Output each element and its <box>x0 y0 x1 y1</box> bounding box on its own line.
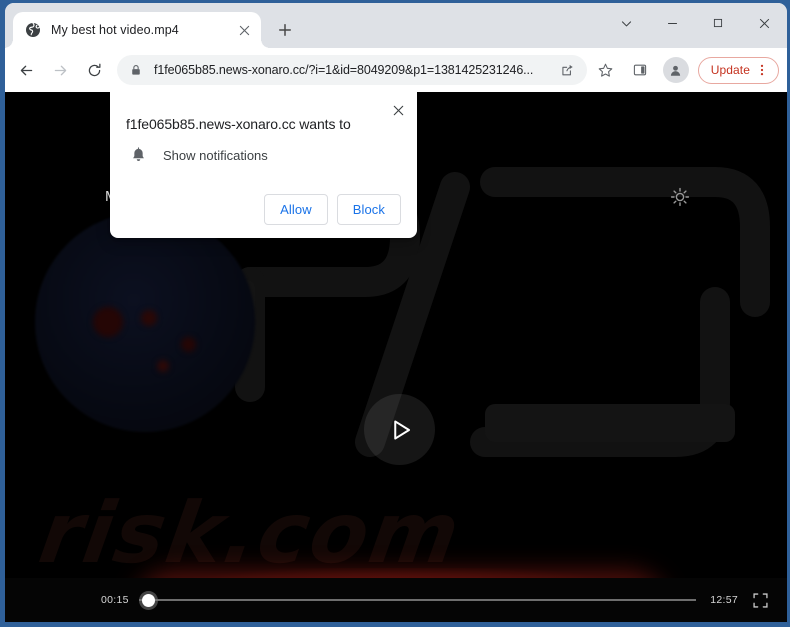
browser-tab[interactable]: My best hot video.mp4 <box>5 12 270 48</box>
progress-track-line <box>138 599 697 601</box>
minimize-button[interactable] <box>649 3 695 43</box>
video-controls-bar: 00:15 12:57 <box>5 578 787 622</box>
block-button[interactable]: Block <box>336 194 401 226</box>
tab-search-chevron-down-icon[interactable] <box>603 3 649 43</box>
close-window-button[interactable] <box>741 3 787 43</box>
blob-dot <box>93 307 123 337</box>
lock-icon <box>130 64 144 76</box>
bell-icon <box>130 147 147 164</box>
tab-title: My best hot video.mp4 <box>51 23 179 37</box>
browser-window: My best hot video.mp4 f1fe065b85.news-xo… <box>5 3 787 622</box>
share-icon[interactable] <box>555 57 581 83</box>
current-time-label: 00:15 <box>101 594 129 606</box>
tab-close-icon[interactable] <box>235 21 253 39</box>
globe-icon <box>25 22 41 38</box>
blob-dot <box>157 360 169 372</box>
address-bar[interactable]: f1fe065b85.news-xonaro.cc/?i=1&id=804920… <box>117 55 587 85</box>
gear-icon[interactable] <box>669 186 691 208</box>
permission-label: Show notifications <box>163 148 268 164</box>
blob-dot <box>181 337 196 352</box>
play-icon[interactable] <box>364 394 435 465</box>
update-button[interactable]: Update <box>697 56 779 84</box>
back-button[interactable] <box>11 55 41 85</box>
window-controls <box>603 3 787 43</box>
dialog-heading: f1fe065b85.news-xonaro.cc wants to <box>126 116 351 132</box>
profile-avatar-icon[interactable] <box>662 57 689 83</box>
browser-toolbar: f1fe065b85.news-xonaro.cc/?i=1&id=804920… <box>5 48 787 92</box>
url-text: f1fe065b85.news-xonaro.cc/?i=1&id=804920… <box>154 63 534 77</box>
video-page: risk.com My best hot video.mp4 <box>5 92 787 622</box>
new-tab-button[interactable] <box>271 16 299 44</box>
browser-window-frame: My best hot video.mp4 f1fe065b85.news-xo… <box>0 0 790 627</box>
maximize-button[interactable] <box>695 3 741 43</box>
update-button-label: Update <box>710 63 750 77</box>
forward-button[interactable] <box>45 55 75 85</box>
close-icon[interactable] <box>388 100 408 120</box>
fullscreen-icon[interactable] <box>752 592 769 609</box>
blob-dot <box>141 310 157 326</box>
permission-row: Show notifications <box>130 147 401 164</box>
video-progress-slider[interactable] <box>138 593 697 607</box>
progress-handle[interactable] <box>141 593 155 607</box>
tab-strip: My best hot video.mp4 <box>5 3 787 48</box>
allow-button[interactable]: Allow <box>264 194 328 226</box>
dialog-buttons: Allow Block <box>126 194 401 226</box>
side-panel-icon[interactable] <box>625 55 655 85</box>
three-dots-icon[interactable] <box>752 60 772 80</box>
notification-permission-dialog: f1fe065b85.news-xonaro.cc wants to Show … <box>110 92 417 239</box>
bookmark-star-icon[interactable] <box>591 55 621 85</box>
reload-button[interactable] <box>79 55 109 85</box>
total-time-label: 12:57 <box>710 594 738 606</box>
